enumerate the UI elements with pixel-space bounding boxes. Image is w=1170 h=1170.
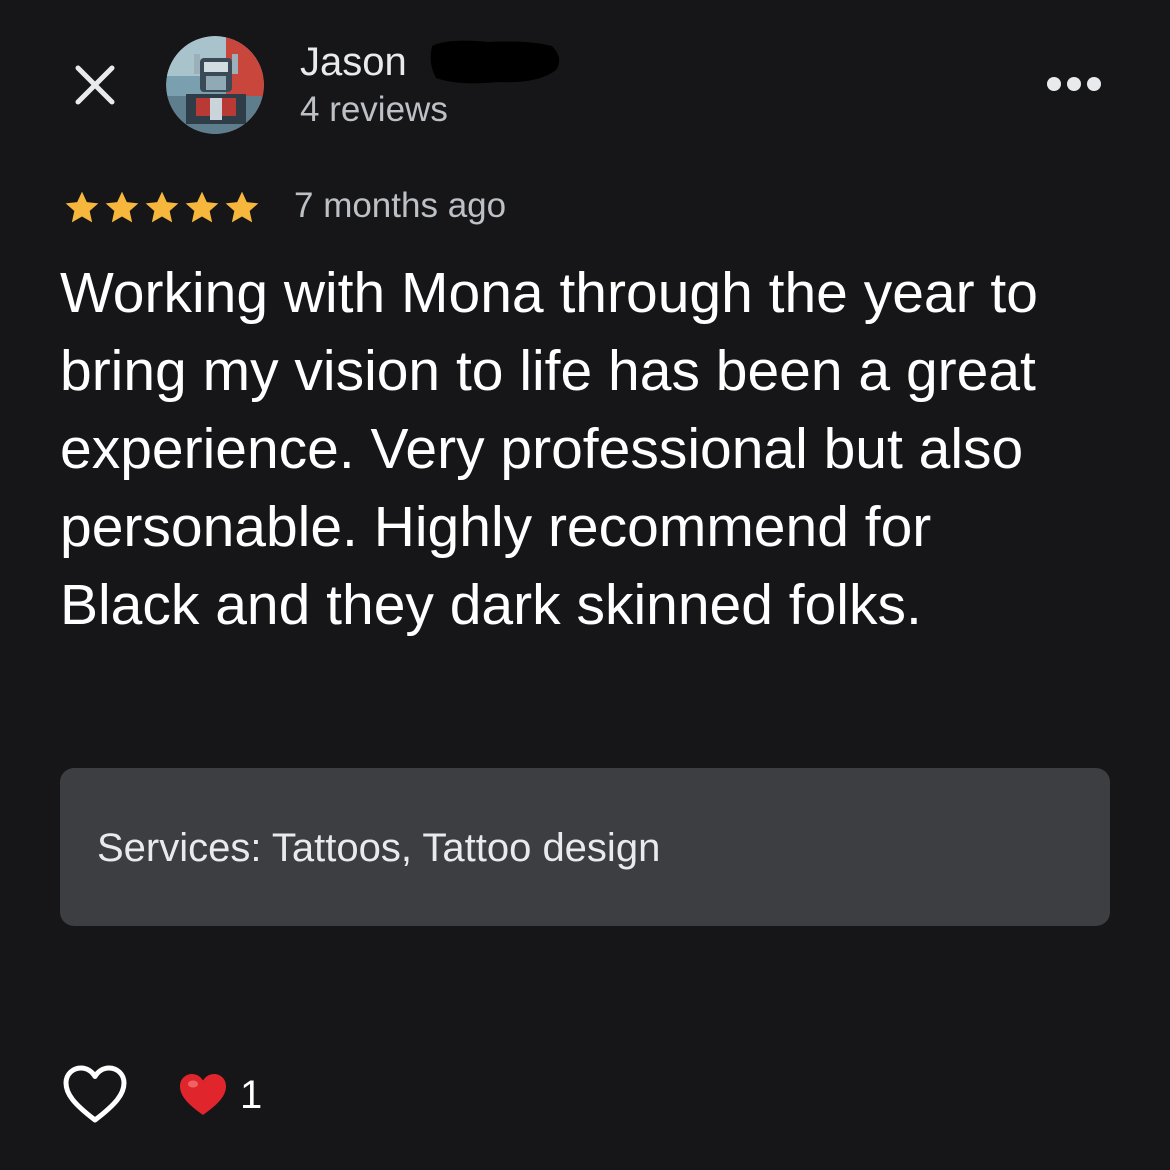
more-options-button[interactable] bbox=[1040, 66, 1108, 102]
reaction-count: 1 bbox=[240, 1073, 263, 1117]
close-button[interactable] bbox=[62, 52, 128, 118]
star-rating bbox=[62, 186, 262, 230]
star-icon bbox=[105, 191, 139, 223]
services-value: Tattoos, Tattoo design bbox=[271, 826, 661, 870]
services-panel: Services: Tattoos, Tattoo design bbox=[60, 768, 1110, 926]
star-icon bbox=[65, 191, 99, 223]
reviewer-review-count[interactable]: 4 reviews bbox=[300, 90, 448, 130]
red-heart-icon bbox=[180, 1074, 226, 1115]
reviewer-avatar[interactable] bbox=[166, 36, 264, 134]
star-icon bbox=[225, 191, 259, 223]
more-horizontal-icon bbox=[1047, 77, 1101, 91]
star-icon bbox=[145, 191, 179, 223]
services-label: Services: bbox=[97, 826, 262, 870]
heart-outline-icon bbox=[63, 1065, 127, 1123]
reaction-summary[interactable]: 1 bbox=[178, 1070, 262, 1120]
review-text: Working with Mona through the year to br… bbox=[60, 261, 1038, 637]
avatar-image bbox=[166, 36, 264, 134]
redaction-mark bbox=[428, 36, 564, 88]
services-text: Services: Tattoos, Tattoo design bbox=[97, 826, 660, 870]
star-icon bbox=[185, 191, 219, 223]
close-icon bbox=[75, 65, 115, 105]
like-button[interactable] bbox=[62, 1064, 128, 1126]
review-time-ago: 7 months ago bbox=[294, 186, 507, 225]
reviewer-name[interactable]: Jason bbox=[300, 40, 407, 84]
